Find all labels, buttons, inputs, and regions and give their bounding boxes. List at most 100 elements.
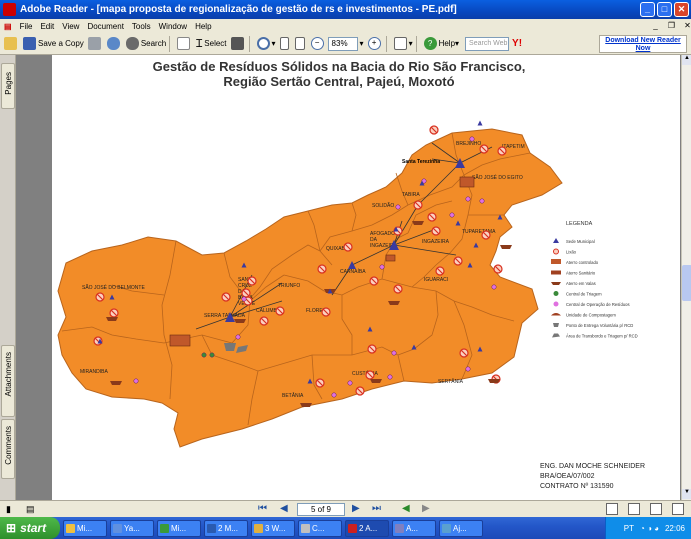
legend-item: Aterro controlado <box>551 259 599 265</box>
lixao-marker <box>109 308 119 318</box>
tab-comments[interactable]: Comments <box>1 419 15 479</box>
open-button[interactable] <box>4 37 19 50</box>
print-button[interactable] <box>87 37 103 50</box>
map-title-line2: Região Sertão Central, Pajeú, Moxotó <box>223 74 454 89</box>
central-operacao-marker <box>449 212 455 218</box>
menu-tools[interactable]: Tools <box>132 22 151 31</box>
yahoo-icon[interactable]: Y! <box>512 38 522 49</box>
last-page-button[interactable]: ⏭ <box>372 504 381 514</box>
tab-pages[interactable]: Pages <box>1 63 15 109</box>
search-web-input[interactable]: Search Web <box>465 36 510 51</box>
zoom-out-button[interactable]: − <box>310 37 326 50</box>
fit-width-icon <box>294 37 305 50</box>
place-label: SERTÂNIA <box>438 378 464 385</box>
lixao-marker <box>413 200 423 210</box>
taskbar: ⊞ start Mi... Ya... Mi... 2 M... 3 W... C... 2 … <box>0 517 691 539</box>
save-copy-button[interactable]: Save a Copy <box>23 37 84 50</box>
doc-restore-button[interactable]: ❐ <box>666 20 677 31</box>
close-button[interactable]: ✕ <box>674 2 689 17</box>
next-page-button[interactable]: ▶ <box>352 504 360 514</box>
hscroll-left-icon[interactable]: ▤ <box>26 504 35 515</box>
page-number-field[interactable]: 5 of 9 <box>297 503 345 516</box>
app-icon <box>301 523 310 533</box>
legend-symbol <box>553 248 559 255</box>
fit-width-button[interactable] <box>294 37 307 50</box>
doc-close-button[interactable]: ✕ <box>682 20 691 31</box>
menu-document[interactable]: Document <box>87 22 123 31</box>
facing-icon[interactable] <box>650 503 662 515</box>
menu-file[interactable]: File <box>20 22 33 31</box>
zoom-in-button[interactable]: + <box>367 37 383 50</box>
menu-window[interactable]: Window <box>159 22 187 31</box>
previous-view-button[interactable]: ◀ <box>402 504 410 514</box>
tab-attachments[interactable]: Attachments <box>1 345 15 417</box>
lixao-marker <box>497 146 507 156</box>
select-tool-button[interactable]: Ɪ Select <box>196 36 226 51</box>
continuous-facing-icon[interactable] <box>672 503 684 515</box>
page-layout-button[interactable]: ▾ <box>393 37 413 50</box>
menu-help[interactable]: Help <box>195 22 211 31</box>
vertical-scrollbar[interactable]: ▲ ▼ <box>681 55 691 500</box>
taskbar-item-label: 3 W... <box>265 523 286 533</box>
scroll-thumb[interactable] <box>682 265 691 301</box>
taskbar-item[interactable]: C... <box>298 519 342 537</box>
scroll-up-button[interactable]: ▲ <box>682 55 691 65</box>
minimize-button[interactable]: _ <box>640 2 655 17</box>
select-label: Select <box>204 39 227 48</box>
snapshot-button[interactable] <box>230 37 246 50</box>
taskbar-item[interactable]: Mi... <box>63 519 107 537</box>
app-icon <box>113 523 122 533</box>
legend-symbol <box>551 259 561 264</box>
language-indicator[interactable]: PT <box>624 524 634 533</box>
help-button[interactable]: ? Help ▾ <box>423 37 459 50</box>
download-reader-link[interactable]: Download New Reader Now <box>599 35 687 53</box>
doc-minimize-button[interactable]: _ <box>650 20 661 31</box>
taskbar-item[interactable]: 2 M... <box>204 519 248 537</box>
maximize-button[interactable]: □ <box>657 2 672 17</box>
taskbar-item[interactable]: 2 A... <box>345 519 389 537</box>
zoom-field[interactable]: 83% <box>327 36 358 51</box>
start-button[interactable]: ⊞ start <box>0 517 60 539</box>
taskbar-item[interactable]: 3 W... <box>251 519 295 537</box>
legend-symbol <box>553 291 559 296</box>
fit-page-button[interactable] <box>279 37 291 50</box>
central-operacao-marker <box>387 374 393 380</box>
save-icon <box>23 37 36 50</box>
page-size-icon: ▮ <box>6 504 11 514</box>
tab-pages-label: Pages <box>4 72 13 95</box>
legend-item: Sede Municipal <box>553 238 595 244</box>
lixao-marker <box>393 284 403 294</box>
scroll-down-button[interactable]: ▼ <box>682 489 691 499</box>
previous-page-button[interactable]: ◀ <box>280 504 288 514</box>
taskbar-item[interactable]: A... <box>392 519 436 537</box>
first-page-button[interactable]: ⏮ <box>258 504 267 514</box>
taskbar-item[interactable]: Aj... <box>439 519 483 537</box>
lixao-marker <box>315 378 325 388</box>
zoom-dropdown-icon[interactable]: ▾ <box>360 39 364 48</box>
aterro-valas-marker <box>110 381 122 385</box>
hand-tool-button[interactable] <box>177 37 192 50</box>
lixao-marker <box>435 266 445 276</box>
taskbar-item[interactable]: Ya... <box>110 519 154 537</box>
single-page-icon[interactable] <box>606 503 618 515</box>
search-button[interactable]: Search <box>125 37 166 50</box>
text-cursor-icon: Ɪ <box>196 38 203 50</box>
email-button[interactable] <box>106 37 122 50</box>
central-operacao-marker <box>465 196 471 202</box>
place-label: IGUARACI <box>424 277 448 283</box>
lixao-marker <box>95 292 105 302</box>
place-label: CUSTÓDIA <box>352 370 379 377</box>
lixao-marker <box>479 144 489 154</box>
zoom-tool-button[interactable]: ▾ <box>256 37 276 50</box>
menu-edit[interactable]: Edit <box>40 22 54 31</box>
taskbar-item-label: Mi... <box>171 523 187 533</box>
central-triagem-marker <box>201 352 207 358</box>
tray-icons[interactable]: ◔ ◑ ◕ <box>640 524 659 533</box>
aterro-marker <box>385 254 396 262</box>
next-view-button[interactable]: ▶ <box>422 504 430 514</box>
place-label: INGAZEIRA <box>422 239 450 245</box>
menu-view[interactable]: View <box>62 22 79 31</box>
taskbar-item[interactable]: Mi... <box>157 519 201 537</box>
continuous-icon[interactable] <box>628 503 640 515</box>
legend-item: Central de Operação de Resíduos <box>553 301 630 307</box>
